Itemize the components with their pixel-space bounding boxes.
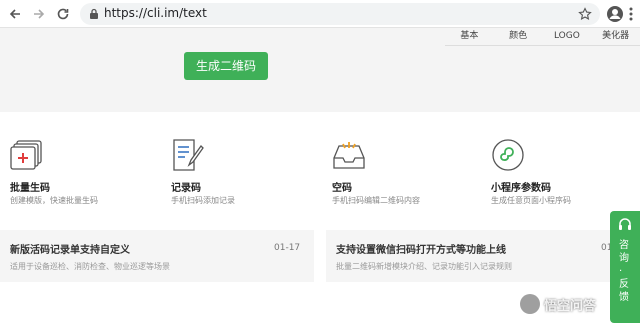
menu-icon[interactable] — [626, 5, 636, 23]
feature-desc: 生成任意页面小程序码 — [491, 196, 571, 205]
news-card[interactable]: 新版活码记录单支持自定义 01-17 适用于设备巡检、消防检查、物业巡逻等场景 — [0, 230, 314, 282]
feature-title: 批量生码 — [10, 183, 50, 194]
news-desc: 批量二维码新增模块介绍、记录功能引入记录规则 — [336, 262, 512, 271]
headset-icon — [619, 218, 631, 230]
tab-color[interactable]: 颜色 — [494, 28, 543, 45]
news-title[interactable]: 新版活码记录单支持自定义 — [10, 241, 130, 256]
feedback-label[interactable]: 咨询 · 反馈 — [619, 239, 631, 304]
batch-code-icon — [10, 140, 42, 170]
mini-program-icon — [492, 139, 524, 171]
forward-icon[interactable] — [30, 5, 48, 23]
feature-desc: 手机扫码编辑二维码内容 — [332, 196, 420, 205]
profile-icon[interactable] — [606, 5, 624, 23]
feature-mini-program-code[interactable]: 小程序参数码 生成任意页面小程序码 — [491, 138, 640, 208]
news-date: 01-17 — [274, 243, 301, 253]
reload-icon[interactable] — [54, 5, 72, 23]
generate-qrcode-button[interactable]: 生成二维码 — [184, 52, 268, 80]
feature-title: 小程序参数码 — [491, 183, 551, 194]
url-text[interactable]: https://cli.im/text — [104, 6, 207, 20]
tab-beautify[interactable]: 美化器 — [591, 28, 640, 45]
news-title[interactable]: 支持设置微信扫码打开方式等功能上线 — [336, 241, 506, 256]
feature-title: 空码 — [332, 183, 352, 194]
feedback-side-tab[interactable]: 咨询 · 反馈 — [610, 211, 640, 323]
feature-title: 记录码 — [171, 183, 201, 194]
star-icon[interactable] — [578, 7, 592, 21]
watermark: 悟空问答 — [520, 292, 596, 316]
feature-empty-code[interactable]: 空码 手机扫码编辑二维码内容 — [332, 138, 482, 208]
news-desc: 适用于设备巡检、消防检查、物业巡逻等场景 — [10, 262, 170, 271]
back-icon[interactable] — [6, 5, 24, 23]
address-bar[interactable]: https://cli.im/text — [80, 3, 600, 25]
style-tabs: 基本 颜色 LOGO 美化器 — [445, 28, 640, 46]
watermark-logo-icon — [520, 294, 540, 314]
feature-record-code[interactable]: 记录码 手机扫码添加记录 — [171, 138, 321, 208]
feature-batch-code[interactable]: 批量生码 创建模版，快速批量生码 — [10, 138, 160, 208]
tab-basic[interactable]: 基本 — [445, 28, 494, 45]
record-code-icon — [173, 139, 204, 171]
feature-desc: 手机扫码添加记录 — [171, 196, 235, 205]
news-card[interactable]: 支持设置微信扫码打开方式等功能上线 01 批量二维码新增模块介绍、记录功能引入记… — [326, 230, 640, 282]
watermark-text: 悟空问答 — [544, 298, 597, 314]
feature-desc: 创建模版，快速批量生码 — [10, 196, 98, 205]
empty-code-icon — [333, 142, 365, 169]
tab-logo[interactable]: LOGO — [543, 28, 592, 45]
lock-icon — [90, 8, 98, 19]
browser-toolbar: https://cli.im/text — [0, 0, 640, 28]
